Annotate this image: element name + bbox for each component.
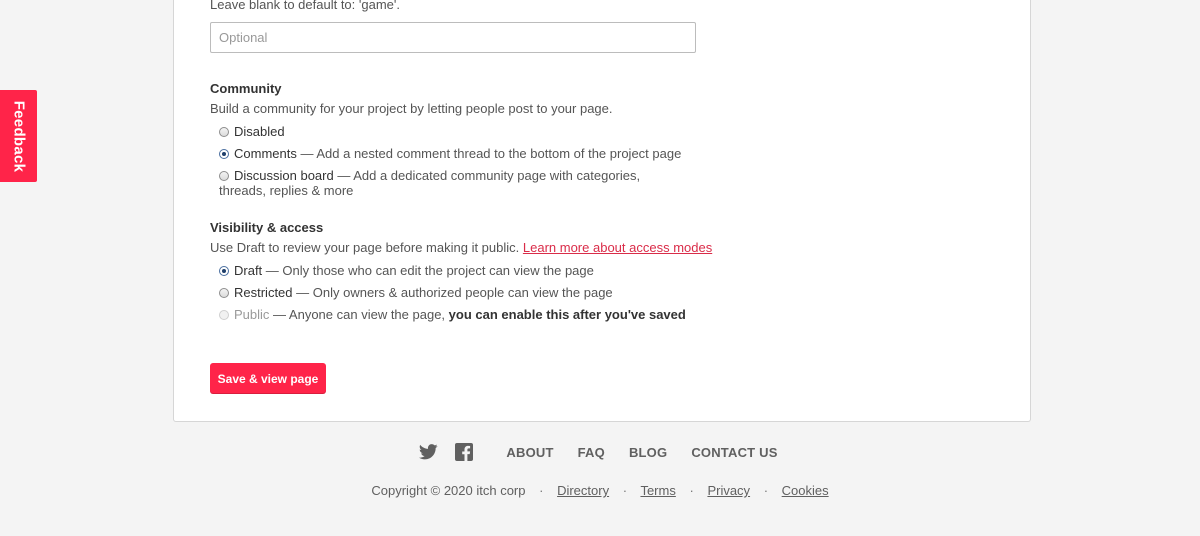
radio-button-disabled	[219, 310, 229, 320]
footer-link-contact-us[interactable]: CONTACT US	[691, 445, 777, 460]
option-detail: — Add a nested comment thread to the bot…	[296, 146, 682, 161]
option-label: Comments	[234, 146, 297, 161]
cookies-link[interactable]: Cookies	[782, 483, 829, 498]
separator: ·	[763, 483, 769, 498]
footer-link-about[interactable]: ABOUT	[506, 445, 553, 460]
option-label: Disabled	[234, 124, 285, 139]
terms-link[interactable]: Terms	[640, 483, 675, 498]
separator: ·	[622, 483, 628, 498]
footer-nav: ABOUT FAQ BLOG CONTACT US	[0, 442, 1200, 462]
footer-link-faq[interactable]: FAQ	[578, 445, 605, 460]
footer-link-blog[interactable]: BLOG	[629, 445, 667, 460]
privacy-link[interactable]: Privacy	[707, 483, 750, 498]
option-label: Discussion board	[234, 168, 334, 183]
classification-hint: Leave blank to default to: 'game'.	[210, 0, 400, 12]
visibility-description: Use Draft to review your page before mak…	[210, 240, 712, 255]
radio-button-checked[interactable]	[219, 266, 229, 276]
classification-input[interactable]	[210, 22, 696, 53]
option-detail: — Only those who can edit the project ca…	[262, 263, 594, 278]
visibility-title: Visibility & access	[210, 220, 324, 235]
option-emphasis: you can enable this after you've saved	[448, 307, 686, 322]
feedback-label: Feedback	[10, 100, 28, 172]
feedback-tab[interactable]: Feedback	[0, 90, 37, 182]
community-option-discussion-board[interactable]: Discussion board — Add a dedicated commu…	[219, 168, 689, 198]
copyright-text: Copyright © 2020 itch corp	[371, 483, 526, 498]
separator: ·	[539, 483, 544, 498]
community-option-comments[interactable]: Comments — Add a nested comment thread t…	[219, 146, 689, 161]
radio-button[interactable]	[219, 127, 229, 137]
option-label: Public	[234, 307, 270, 322]
option-detail: — Anyone can view the page,	[269, 307, 449, 322]
save-and-view-button[interactable]: Save & view page	[210, 363, 326, 394]
community-title: Community	[210, 81, 282, 96]
radio-button-checked[interactable]	[219, 149, 229, 159]
visibility-description-text: Use Draft to review your page before mak…	[210, 240, 520, 255]
radio-button[interactable]	[219, 288, 229, 298]
community-option-disabled[interactable]: Disabled	[219, 124, 689, 139]
visibility-option-restricted[interactable]: Restricted — Only owners & authorized pe…	[219, 285, 689, 300]
visibility-option-public: Public — Anyone can view the page, you c…	[219, 307, 689, 322]
option-label: Restricted	[234, 285, 293, 300]
footer-legal: Copyright © 2020 itch corp · Directory ·…	[0, 483, 1200, 498]
edit-project-panel: Leave blank to default to: 'game'. Commu…	[173, 0, 1031, 422]
option-label: Draft	[234, 263, 263, 278]
separator: ·	[689, 483, 694, 498]
twitter-icon[interactable]	[418, 442, 438, 462]
community-description: Build a community for your project by le…	[210, 101, 613, 116]
option-detail: — Only owners & authorized people can vi…	[292, 285, 613, 300]
visibility-option-draft[interactable]: Draft — Only those who can edit the proj…	[219, 263, 689, 278]
access-modes-link[interactable]: Learn more about access modes	[523, 240, 712, 255]
radio-button[interactable]	[219, 171, 229, 181]
directory-link[interactable]: Directory	[557, 483, 609, 498]
facebook-icon[interactable]	[454, 442, 474, 462]
